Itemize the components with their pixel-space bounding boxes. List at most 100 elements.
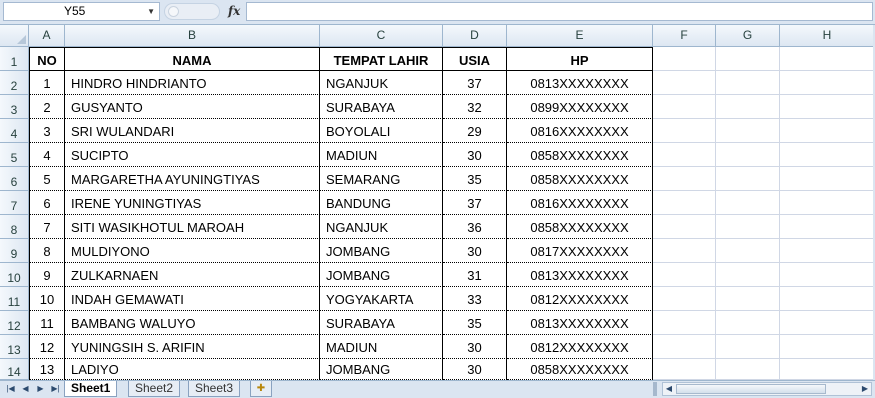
row-header[interactable]: 2	[0, 71, 29, 95]
table-cell[interactable]: SRI WULANDARI	[65, 119, 320, 143]
last-sheet-icon[interactable]: ▶|	[50, 383, 61, 395]
column-header[interactable]: G	[716, 25, 780, 47]
empty-cell[interactable]	[780, 287, 875, 311]
table-cell[interactable]: BAMBANG WALUYO	[65, 311, 320, 335]
table-cell[interactable]: 13	[29, 359, 65, 380]
empty-cell[interactable]	[653, 263, 716, 287]
empty-cell[interactable]	[653, 311, 716, 335]
empty-cell[interactable]	[716, 191, 780, 215]
empty-cell[interactable]	[653, 359, 716, 380]
empty-cell[interactable]	[653, 335, 716, 359]
table-cell[interactable]: 0817XXXXXXXX	[507, 239, 653, 263]
table-cell[interactable]: IRENE YUNINGTIYAS	[65, 191, 320, 215]
row-header[interactable]: 11	[0, 287, 29, 311]
column-header[interactable]: D	[443, 25, 507, 47]
name-box[interactable]: Y55 ▼	[3, 2, 160, 21]
table-cell[interactable]: GUSYANTO	[65, 95, 320, 119]
table-cell[interactable]: 0858XXXXXXXX	[507, 143, 653, 167]
table-cell[interactable]: YOGYAKARTA	[320, 287, 443, 311]
table-cell[interactable]: 0813XXXXXXXX	[507, 311, 653, 335]
sheet-tab-sheet3[interactable]: Sheet3	[188, 381, 241, 397]
table-cell[interactable]: 30	[443, 335, 507, 359]
empty-cell[interactable]	[653, 119, 716, 143]
scroll-right-icon[interactable]: ▶	[859, 383, 871, 395]
table-cell[interactable]: 12	[29, 335, 65, 359]
table-cell[interactable]: NGANJUK	[320, 71, 443, 95]
column-header[interactable]: E	[507, 25, 653, 47]
empty-cell[interactable]	[716, 263, 780, 287]
table-cell[interactable]: JOMBANG	[320, 359, 443, 380]
table-cell[interactable]: BOYOLALI	[320, 119, 443, 143]
table-cell[interactable]: 37	[443, 191, 507, 215]
empty-cell[interactable]	[780, 191, 875, 215]
table-cell[interactable]: JOMBANG	[320, 263, 443, 287]
table-cell[interactable]: MADIUN	[320, 143, 443, 167]
row-header[interactable]: 1	[0, 47, 29, 71]
column-header[interactable]: B	[65, 25, 320, 47]
table-cell[interactable]: 30	[443, 239, 507, 263]
empty-cell[interactable]	[653, 143, 716, 167]
table-cell[interactable]: 2	[29, 95, 65, 119]
table-cell[interactable]: 11	[29, 311, 65, 335]
table-cell[interactable]: 37	[443, 71, 507, 95]
chevron-down-icon[interactable]: ▼	[147, 3, 155, 20]
insert-function-icon[interactable]: fx	[228, 2, 240, 21]
horizontal-scrollbar[interactable]: ◀ ▶	[662, 382, 872, 396]
empty-cell[interactable]	[716, 359, 780, 380]
table-cell[interactable]: 0812XXXXXXXX	[507, 287, 653, 311]
row-header[interactable]: 7	[0, 191, 29, 215]
empty-cell[interactable]	[780, 335, 875, 359]
empty-cell[interactable]	[716, 47, 780, 71]
empty-cell[interactable]	[653, 287, 716, 311]
empty-cell[interactable]	[653, 167, 716, 191]
table-cell[interactable]: 6	[29, 191, 65, 215]
table-cell[interactable]: 0899XXXXXXXX	[507, 95, 653, 119]
table-cell[interactable]: 35	[443, 311, 507, 335]
table-cell[interactable]: JOMBANG	[320, 239, 443, 263]
row-header[interactable]: 4	[0, 119, 29, 143]
table-cell[interactable]: 36	[443, 215, 507, 239]
table-cell[interactable]: 0858XXXXXXXX	[507, 167, 653, 191]
empty-cell[interactable]	[716, 71, 780, 95]
table-cell[interactable]: 30	[443, 143, 507, 167]
table-cell[interactable]: LADIYO	[65, 359, 320, 380]
table-cell[interactable]: INDAH GEMAWATI	[65, 287, 320, 311]
row-header[interactable]: 3	[0, 95, 29, 119]
row-header[interactable]: 5	[0, 143, 29, 167]
table-cell[interactable]: 5	[29, 167, 65, 191]
empty-cell[interactable]	[716, 143, 780, 167]
table-cell[interactable]: SURABAYA	[320, 95, 443, 119]
empty-cell[interactable]	[653, 47, 716, 71]
empty-cell[interactable]	[716, 167, 780, 191]
scroll-left-icon[interactable]: ◀	[663, 383, 675, 395]
prev-sheet-icon[interactable]: ◀	[20, 383, 31, 395]
sheet-tab-sheet2[interactable]: Sheet2	[128, 381, 181, 397]
empty-cell[interactable]	[653, 71, 716, 95]
row-header[interactable]: 10	[0, 263, 29, 287]
empty-cell[interactable]	[780, 71, 875, 95]
empty-cell[interactable]	[780, 47, 875, 71]
table-cell[interactable]: 31	[443, 263, 507, 287]
empty-cell[interactable]	[716, 311, 780, 335]
row-header[interactable]: 6	[0, 167, 29, 191]
table-cell[interactable]: 29	[443, 119, 507, 143]
empty-cell[interactable]	[780, 167, 875, 191]
table-cell[interactable]: HINDRO HINDRIANTO	[65, 71, 320, 95]
empty-cell[interactable]	[653, 215, 716, 239]
empty-cell[interactable]	[716, 95, 780, 119]
scrollbar-thumb[interactable]	[676, 384, 826, 394]
table-cell[interactable]: SITI WASIKHOTUL MAROAH	[65, 215, 320, 239]
column-header[interactable]: H	[780, 25, 875, 47]
empty-cell[interactable]	[716, 287, 780, 311]
table-cell[interactable]: 0858XXXXXXXX	[507, 215, 653, 239]
table-cell[interactable]: 33	[443, 287, 507, 311]
select-all-button[interactable]	[0, 25, 29, 47]
row-header[interactable]: 9	[0, 239, 29, 263]
table-cell[interactable]: MADIUN	[320, 335, 443, 359]
empty-cell[interactable]	[716, 335, 780, 359]
table-cell[interactable]: 9	[29, 263, 65, 287]
table-cell[interactable]: 32	[443, 95, 507, 119]
table-cell[interactable]: NGANJUK	[320, 215, 443, 239]
empty-cell[interactable]	[780, 359, 875, 380]
row-header[interactable]: 8	[0, 215, 29, 239]
